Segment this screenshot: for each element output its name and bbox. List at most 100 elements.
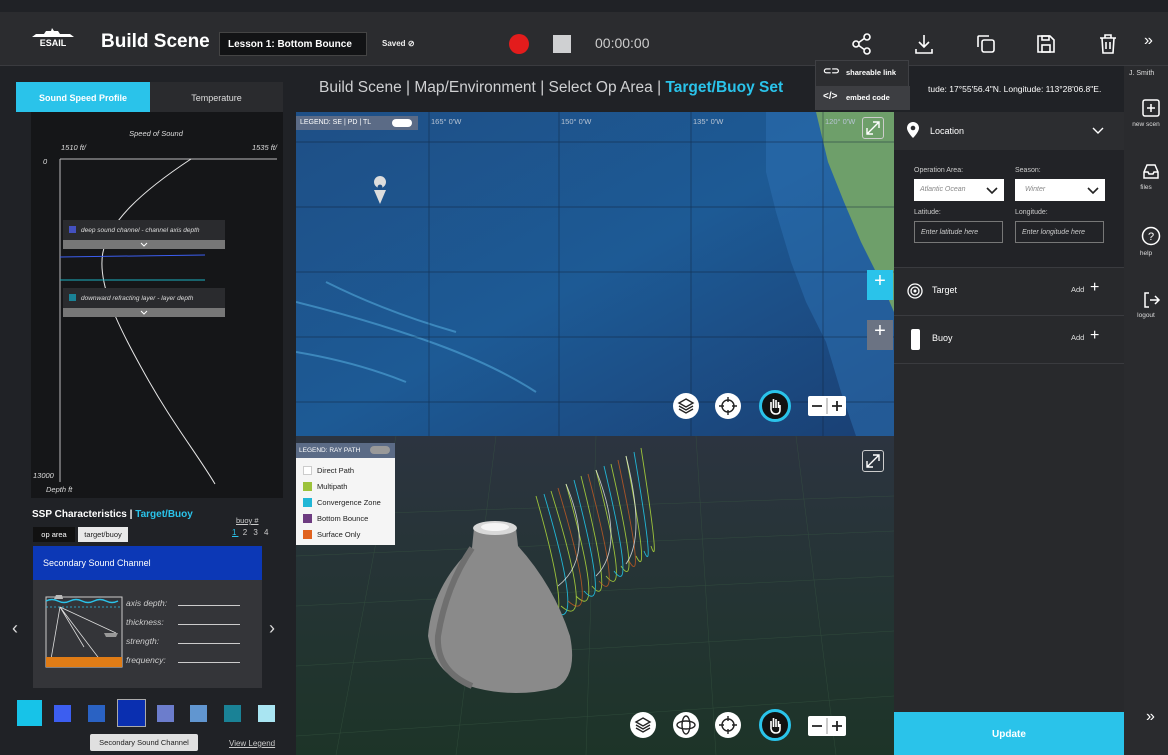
user-name[interactable]: J. Smith — [1129, 70, 1154, 77]
field-strength: strength: — [126, 636, 240, 646]
ssp-characteristics-title: SSP Characteristics | Target/Buoy — [32, 509, 193, 520]
add-buoy-label[interactable]: Add — [1071, 333, 1084, 342]
timer: 00:00:00 — [595, 35, 650, 51]
lesson-name-field[interactable]: Lesson 1: Bottom Bounce — [219, 32, 367, 56]
record-button[interactable] — [509, 34, 529, 54]
breadcrumb: Build Scene | Map/Environment | Select O… — [319, 79, 783, 97]
target-buoy-toggle[interactable]: target/buoy — [78, 527, 128, 542]
layer-swatch[interactable] — [17, 700, 42, 726]
chevron-left-icon[interactable]: ‹ — [12, 618, 18, 639]
crosshair-icon[interactable] — [715, 393, 741, 419]
share-icon[interactable] — [850, 32, 874, 56]
target-label: Target — [932, 285, 958, 295]
map-legend-label: LEGEND: SE | PD | TL — [300, 119, 372, 126]
embed-code-item[interactable]: </> embed code — [816, 86, 910, 110]
expand-scene-icon[interactable] — [862, 450, 884, 472]
season-select[interactable]: Winter — [1015, 179, 1105, 201]
add-target-icon[interactable]: + — [1090, 279, 1099, 297]
crumb-build-scene[interactable]: Build Scene — [319, 79, 402, 96]
expand-rail-icon[interactable]: » — [1146, 708, 1155, 726]
update-button[interactable]: Update — [894, 712, 1124, 755]
zoom-control[interactable] — [808, 716, 846, 736]
files-icon[interactable] — [1141, 162, 1161, 182]
field-axis-depth: axis depth: — [126, 598, 240, 608]
help-label: help — [1139, 250, 1153, 257]
copy-icon[interactable] — [974, 32, 998, 56]
esail-logo[interactable]: ESAIL — [30, 26, 76, 52]
zoom-control[interactable] — [808, 396, 846, 416]
orbit-rotate-icon[interactable] — [673, 712, 699, 738]
layer-swatch[interactable] — [224, 705, 241, 722]
layer-swatch[interactable] — [190, 705, 207, 722]
new-scene-icon[interactable] — [1141, 98, 1161, 118]
map-legend-toggle[interactable]: LEGEND: SE | PD | TL — [296, 116, 418, 130]
trash-icon[interactable] — [1096, 32, 1120, 56]
layer-swatch[interactable] — [117, 699, 146, 727]
buoy-1[interactable]: 1 — [232, 528, 238, 537]
pan-hand-icon[interactable] — [759, 709, 791, 741]
crumb-separator: | — [540, 79, 545, 96]
location-section-header[interactable]: Location — [894, 112, 1124, 150]
tab-temperature[interactable]: Temperature — [150, 82, 283, 112]
layer2-dropdown[interactable] — [63, 308, 225, 317]
share-link-item[interactable]: ⊂⊃ shareable link — [816, 61, 910, 85]
chevron-right-icon[interactable]: › — [269, 618, 275, 639]
layer-swatch[interactable] — [88, 705, 105, 722]
ray-legend-swatch — [303, 498, 312, 507]
crumb-select-op-area[interactable]: Select Op Area — [549, 79, 653, 96]
ocean-map[interactable]: 165° 0'W 150° 0'W 135° 0'W 120° 0'W — [296, 112, 894, 436]
stop-button[interactable] — [553, 35, 571, 53]
axis-depth-value[interactable] — [178, 605, 240, 606]
expand-right-icon[interactable]: » — [1144, 32, 1153, 50]
op-area-toggle[interactable]: op area — [33, 527, 75, 542]
expand-map-icon[interactable] — [862, 117, 884, 139]
layer-swatch[interactable] — [157, 705, 174, 722]
layer1-dropdown[interactable] — [63, 240, 225, 249]
map-zoom-in-side[interactable]: + — [867, 270, 893, 300]
frequency-value[interactable] — [178, 662, 240, 663]
logo-text: ESAIL — [39, 38, 67, 48]
saved-status: Saved ⊘ — [382, 39, 415, 48]
add-buoy-icon[interactable]: + — [1090, 327, 1099, 345]
tab-sound-speed-profile[interactable]: Sound Speed Profile — [16, 82, 150, 112]
op-area-label: Operation Area: — [914, 167, 964, 174]
crumb-target-buoy-set[interactable]: Target/Buoy Set — [665, 79, 783, 96]
legend-toggle-switch[interactable] — [392, 119, 412, 127]
ray-legend-label: Surface Only — [317, 530, 361, 539]
save-icon[interactable] — [1034, 32, 1058, 56]
location-form: Operation Area: Atlantic Ocean Season: W… — [894, 150, 1124, 268]
buoy-others[interactable]: 2 3 4 — [243, 528, 271, 537]
strength-value[interactable] — [178, 643, 240, 644]
logout-icon[interactable] — [1141, 290, 1161, 310]
add-target-label[interactable]: Add — [1071, 285, 1084, 294]
ray-legend-label: Convergence Zone — [317, 498, 381, 507]
ray-legend-toggle[interactable] — [370, 446, 390, 454]
layers-icon[interactable] — [630, 712, 656, 738]
crosshair-icon[interactable] — [715, 712, 741, 738]
ssp-tab-bar: Sound Speed Profile Temperature — [16, 82, 283, 112]
help-icon[interactable]: ? — [1141, 226, 1161, 246]
link-icon: ⊂⊃ — [823, 66, 840, 77]
thickness-value[interactable] — [178, 624, 240, 625]
layer1-swatch — [69, 226, 76, 233]
code-icon: </> — [823, 91, 838, 102]
longitude-input[interactable]: Enter longitude here — [1015, 221, 1104, 243]
layer-swatch[interactable] — [54, 705, 71, 722]
op-area-select[interactable]: Atlantic Ocean — [914, 179, 1004, 201]
layer-swatch[interactable] — [258, 705, 275, 722]
frequency-label: frequency: — [126, 655, 166, 665]
ray-path-legend: LEGEND: RAY PATH Direct Path Multipath Con… — [296, 443, 395, 545]
view-legend-link[interactable]: View Legend — [229, 739, 275, 748]
depth-top-label: 0 — [43, 157, 48, 166]
layers-icon[interactable] — [673, 393, 699, 419]
buoy-number-selector[interactable]: 1 2 3 4 — [232, 528, 270, 537]
map-zoom-out-side[interactable]: + — [867, 320, 893, 350]
longitude-label: Longitude: — [1015, 209, 1048, 216]
latitude-input[interactable]: Enter latitude here — [914, 221, 1003, 243]
speed-max-label: 1535 ft/ — [252, 143, 278, 152]
download-icon[interactable] — [912, 32, 936, 56]
layer1-label: deep sound channel - channel axis depth — [81, 227, 200, 234]
pan-hand-icon[interactable] — [759, 390, 791, 422]
crumb-map-environment[interactable]: Map/Environment — [414, 79, 535, 96]
ray-legend-label: Bottom Bounce — [317, 514, 369, 523]
